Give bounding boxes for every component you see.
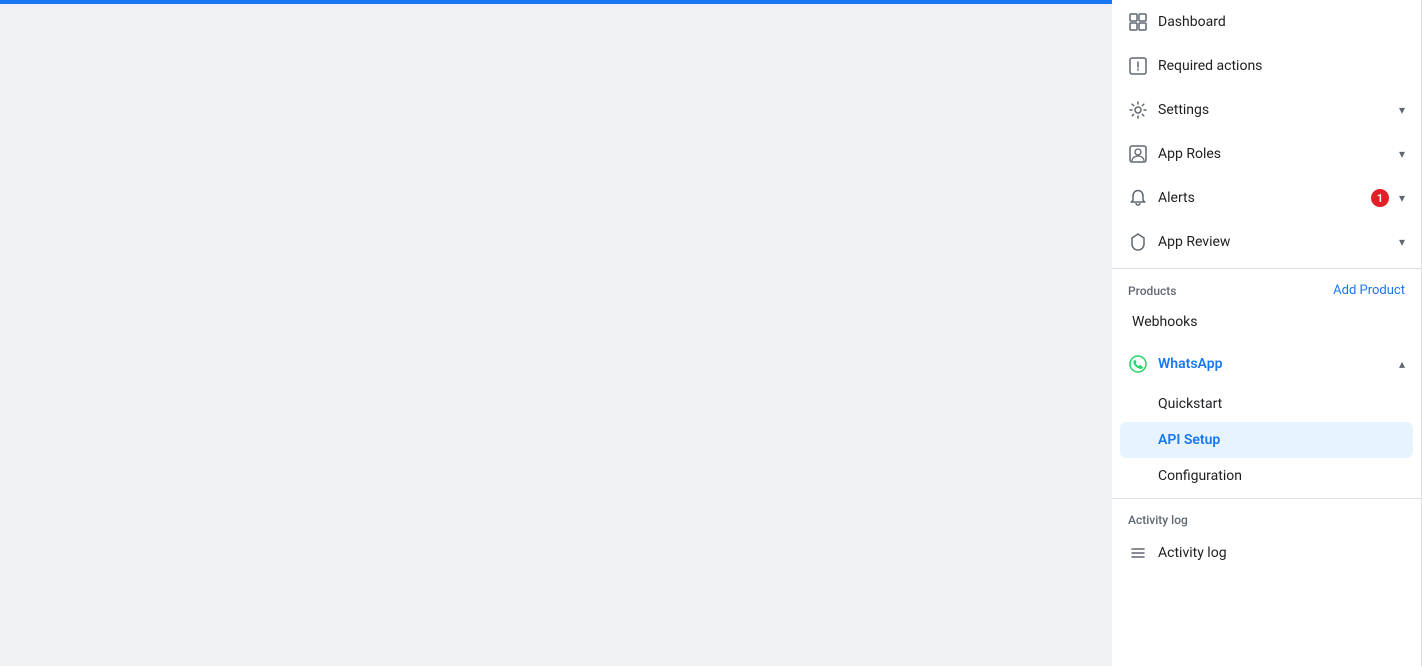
sidebar-item-activity-log[interactable]: Activity log [1112,531,1421,575]
whatsapp-icon [1128,354,1148,374]
sidebar-item-dashboard[interactable]: Dashboard [1112,0,1421,44]
settings-icon [1128,100,1148,120]
products-label: Products [1128,284,1176,298]
chevron-down-icon: ▾ [1399,147,1405,161]
sidebar-item-label: App Roles [1158,146,1389,162]
approles-icon [1128,144,1148,164]
review-icon [1128,232,1148,252]
sidebar-item-label: Dashboard [1158,14,1405,30]
sidebar-item-label: Webhooks [1128,314,1405,330]
products-section: Products Add Product [1112,273,1421,302]
activity-log-section: Activity log [1112,503,1421,531]
grid-icon [1128,12,1148,32]
list-icon [1128,543,1148,563]
divider-2 [1112,498,1421,499]
sidebar-item-whatsapp[interactable]: WhatsApp ▴ [1112,342,1421,386]
sidebar-item-app-review[interactable]: App Review ▾ [1112,220,1421,264]
sidebar: Dashboard Required actions Settings ▾ Ap… [1112,0,1422,666]
divider [1112,268,1421,269]
sidebar-item-webhooks[interactable]: Webhooks [1112,302,1421,342]
sidebar-item-label: App Review [1158,234,1389,250]
sidebar-item-settings[interactable]: Settings ▾ [1112,88,1421,132]
alerts-icon [1128,188,1148,208]
sidebar-item-app-roles[interactable]: App Roles ▾ [1112,132,1421,176]
chevron-down-icon: ▾ [1399,191,1405,205]
sidebar-item-label: Alerts [1158,190,1361,206]
sidebar-subitem-configuration[interactable]: Configuration [1112,458,1421,494]
top-bar [0,0,1112,4]
add-product-link[interactable]: Add Product [1333,283,1405,298]
alerts-badge: 1 [1371,189,1389,207]
sidebar-item-alerts[interactable]: Alerts 1 ▾ [1112,176,1421,220]
activity-log-section-label: Activity log [1128,513,1188,527]
sidebar-item-label: Activity log [1158,545,1405,561]
sidebar-subitem-quickstart[interactable]: Quickstart [1112,386,1421,422]
sidebar-item-label: Required actions [1158,58,1405,74]
required-icon [1128,56,1148,76]
sidebar-item-label: WhatsApp [1158,356,1389,372]
sidebar-item-label: Settings [1158,102,1389,118]
chevron-down-icon: ▾ [1399,235,1405,249]
chevron-down-icon: ▾ [1399,103,1405,117]
chevron-up-icon: ▴ [1399,357,1405,371]
sidebar-item-required-actions[interactable]: Required actions [1112,44,1421,88]
sidebar-subitem-api-setup[interactable]: API Setup [1120,422,1413,458]
